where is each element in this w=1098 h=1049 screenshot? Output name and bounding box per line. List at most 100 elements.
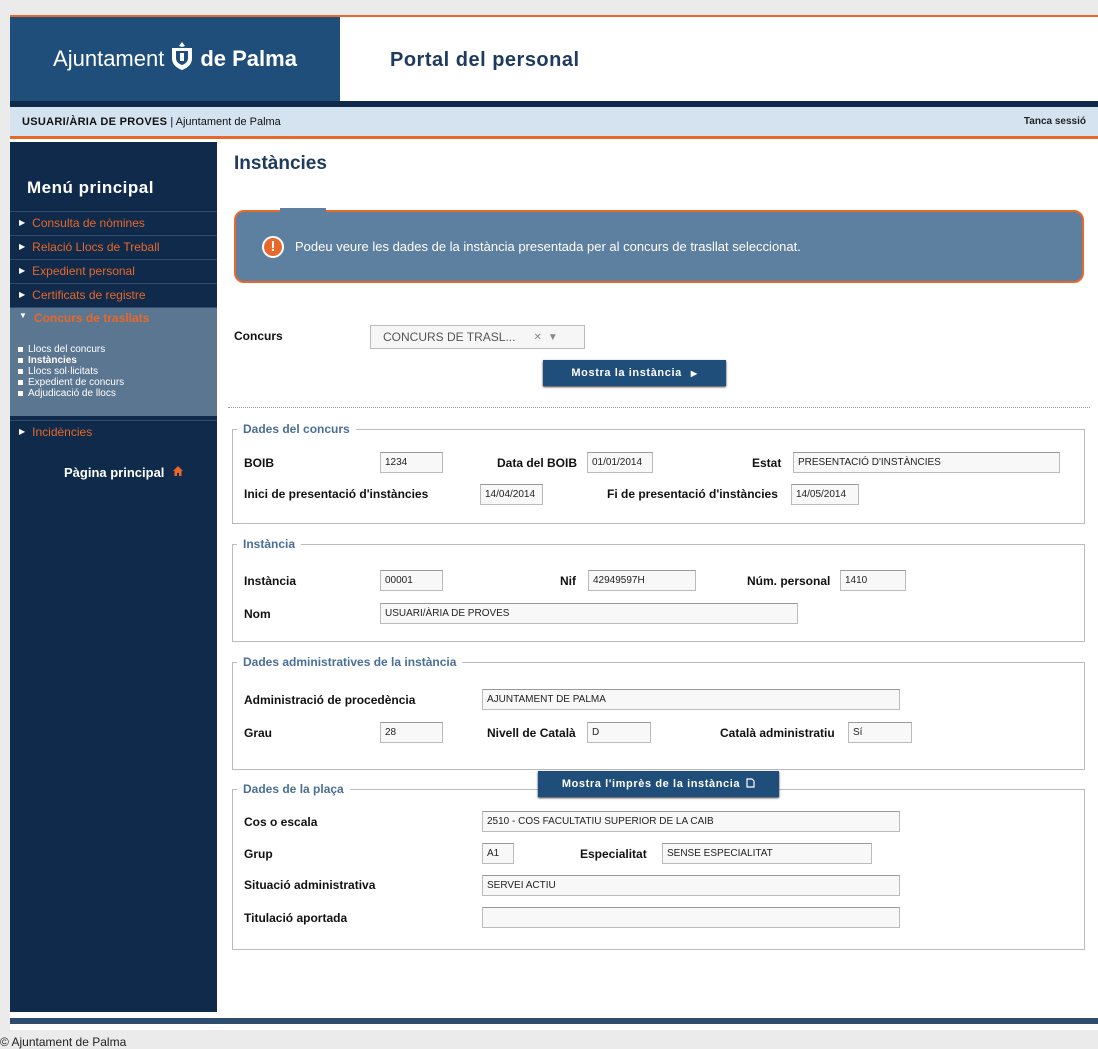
nivell-catala-field[interactable]: D <box>587 722 651 743</box>
sidebar-item-label: Relació Llocs de Treball <box>32 239 160 254</box>
clear-icon[interactable]: ✕ <box>533 332 541 343</box>
sidebar-item-certificats[interactable]: ▶ Certificats de registre <box>10 283 217 305</box>
show-instance-button-label: Mostra la instància <box>571 367 682 379</box>
data-boib-field[interactable]: 01/01/2014 <box>587 452 653 473</box>
cos-escala-field[interactable]: 2510 - COS FACULTATIU SUPERIOR DE LA CAI… <box>482 811 900 832</box>
portal-title: Portal del personal <box>390 49 580 71</box>
document-icon <box>746 777 755 791</box>
nom-label: Nom <box>244 607 271 621</box>
boib-field[interactable]: 1234 <box>380 452 443 473</box>
info-message-box: ! Podeu veure les dades de la instància … <box>234 210 1084 283</box>
catala-administratiu-field[interactable]: Sí <box>848 722 912 743</box>
submenu-item-instancies[interactable]: Instàncies <box>10 355 217 366</box>
sidebar-item-incidencies[interactable]: ▶ Incidències <box>10 420 217 442</box>
grau-field[interactable]: 28 <box>380 722 443 743</box>
show-instance-button[interactable]: Mostra la instància ▶ <box>543 360 726 386</box>
sidebar-item-nomines[interactable]: ▶ Consulta de nòmines <box>10 211 217 233</box>
fieldset-dades-administratives: Dades administratives de la instància <box>232 655 1085 770</box>
print-instance-button[interactable]: Mostra l'imprès de la instància <box>538 771 779 797</box>
menu-title: Menú principal <box>27 178 154 197</box>
sidebar-item-label: Expedient personal <box>32 263 135 278</box>
page-title: Instàncies <box>234 153 327 174</box>
inici-presentacio-label: Inici de presentació d'instàncies <box>244 487 429 501</box>
submenu-item-adjudicacio[interactable]: Adjudicació de llocs <box>10 388 217 399</box>
logo-text-bold: de Palma <box>200 46 297 71</box>
copyright: © Ajuntament de Palma <box>0 1035 127 1049</box>
nif-label: Nif <box>560 574 576 588</box>
triangle-right-icon: ▶ <box>19 242 26 251</box>
triangle-down-icon: ▼ <box>19 311 27 320</box>
fieldset-legend: Dades administratives de la instància <box>243 655 457 669</box>
situacio-administrativa-label: Situació administrativa <box>244 878 376 892</box>
triangle-right-icon: ▶ <box>19 290 26 299</box>
grup-label: Grup <box>244 847 273 861</box>
sidebar: Menú principal ▶ Consulta de nòmines ▶ R… <box>10 142 217 1012</box>
submenu-concurs: Llocs del concurs Instàncies Llocs sol·l… <box>10 338 217 416</box>
triangle-right-icon: ▶ <box>19 218 26 227</box>
triangle-right-icon: ▶ <box>19 266 26 275</box>
coat-of-arms-icon <box>169 41 195 77</box>
bubble-tail-cover <box>280 208 326 214</box>
print-instance-button-label: Mostra l'imprès de la instància <box>561 778 741 790</box>
inici-presentacio-field[interactable]: 14/04/2014 <box>480 484 543 505</box>
square-bullet-icon <box>18 358 23 363</box>
user-bar: USUARI/ÀRIA DE PROVES | Ajuntament de Pa… <box>10 107 1098 139</box>
submenu-item-label: Instàncies <box>28 354 77 366</box>
sidebar-item-label: Concurs de trasllats <box>33 311 150 325</box>
fi-presentacio-field[interactable]: 14/05/2014 <box>791 484 859 505</box>
estat-field[interactable]: PRESENTACIÓ D'INSTÀNCIES <box>793 452 1060 473</box>
home-icon <box>172 465 184 480</box>
fieldset-legend: Instància <box>243 537 296 551</box>
sidebar-item-label: Certificats de registre <box>32 287 146 302</box>
arrow-right-icon: ▶ <box>690 368 698 378</box>
submenu-item-llocs-concurs[interactable]: Llocs del concurs <box>10 344 217 355</box>
administracio-field[interactable]: AJUNTAMENT DE PALMA <box>482 689 900 710</box>
submenu-item-expedient-concurs[interactable]: Expedient de concurs <box>10 377 217 388</box>
footer-bar <box>10 1018 1098 1024</box>
titulacio-field[interactable] <box>482 907 900 928</box>
administracio-label: Administració de procedència <box>244 693 416 707</box>
info-message-text: Podeu veure les dades de la instància pr… <box>295 239 801 254</box>
num-personal-field[interactable]: 1410 <box>840 570 906 591</box>
nivell-catala-label: Nivell de Català <box>487 726 576 740</box>
submenu-item-label: Llocs del concurs <box>28 343 106 355</box>
user-separator: | <box>170 115 174 128</box>
logo[interactable]: Ajuntament de Palma <box>10 17 340 101</box>
especialitat-label: Especialitat <box>580 847 647 861</box>
submenu-item-llocs-sollicitats[interactable]: Llocs sol·licitats <box>10 366 217 377</box>
especialitat-field[interactable]: SENSE ESPECIALITAT <box>662 843 872 864</box>
sidebar-item-concurs-trasllats[interactable]: ▼ Concurs de trasllats <box>10 307 217 338</box>
home-link[interactable]: Pàgina principal <box>64 465 184 480</box>
logout-link[interactable]: Tanca sessió <box>1024 116 1086 127</box>
triangle-right-icon: ▶ <box>19 427 26 436</box>
section-divider <box>228 407 1090 408</box>
concurs-select[interactable]: CONCURS DE TRASL... ✕ ▼ <box>370 325 585 349</box>
concurs-select-value: CONCURS DE TRASL... <box>383 330 516 344</box>
instancia-field[interactable]: 00001 <box>380 570 443 591</box>
grup-field[interactable]: A1 <box>482 843 514 864</box>
submenu-item-label: Expedient de concurs <box>28 376 125 388</box>
home-link-label: Pàgina principal <box>64 465 165 480</box>
catala-administratiu-label: Català administratiu <box>720 726 835 740</box>
square-bullet-icon <box>18 391 23 396</box>
info-icon: ! <box>262 235 284 258</box>
situacio-administrativa-field[interactable]: SERVEI ACTIU <box>482 875 900 896</box>
sidebar-item-rlt[interactable]: ▶ Relació Llocs de Treball <box>10 235 217 257</box>
fieldset-dades-concurs: Dades del concurs <box>232 422 1085 524</box>
nif-field[interactable]: 42949597H <box>588 570 696 591</box>
submenu-item-label: Llocs sol·licitats <box>28 365 99 377</box>
grau-label: Grau <box>244 726 273 740</box>
logo-text-light: Ajuntament <box>53 46 165 71</box>
sidebar-item-label: Consulta de nòmines <box>32 215 145 230</box>
chevron-down-icon[interactable]: ▼ <box>548 332 558 343</box>
submenu-item-label: Adjudicació de llocs <box>28 387 116 399</box>
square-bullet-icon <box>18 369 23 374</box>
sidebar-item-expedient[interactable]: ▶ Expedient personal <box>10 259 217 281</box>
user-name: USUARI/ÀRIA DE PROVES <box>22 115 168 128</box>
user-org: Ajuntament de Palma <box>175 115 281 128</box>
user-info: USUARI/ÀRIA DE PROVES | Ajuntament de Pa… <box>22 116 281 128</box>
nom-field[interactable]: USUARI/ÀRIA DE PROVES <box>380 603 798 624</box>
instancia-label: Instància <box>244 574 297 588</box>
square-bullet-icon <box>18 347 23 352</box>
fieldset-legend: Dades del concurs <box>243 422 350 436</box>
